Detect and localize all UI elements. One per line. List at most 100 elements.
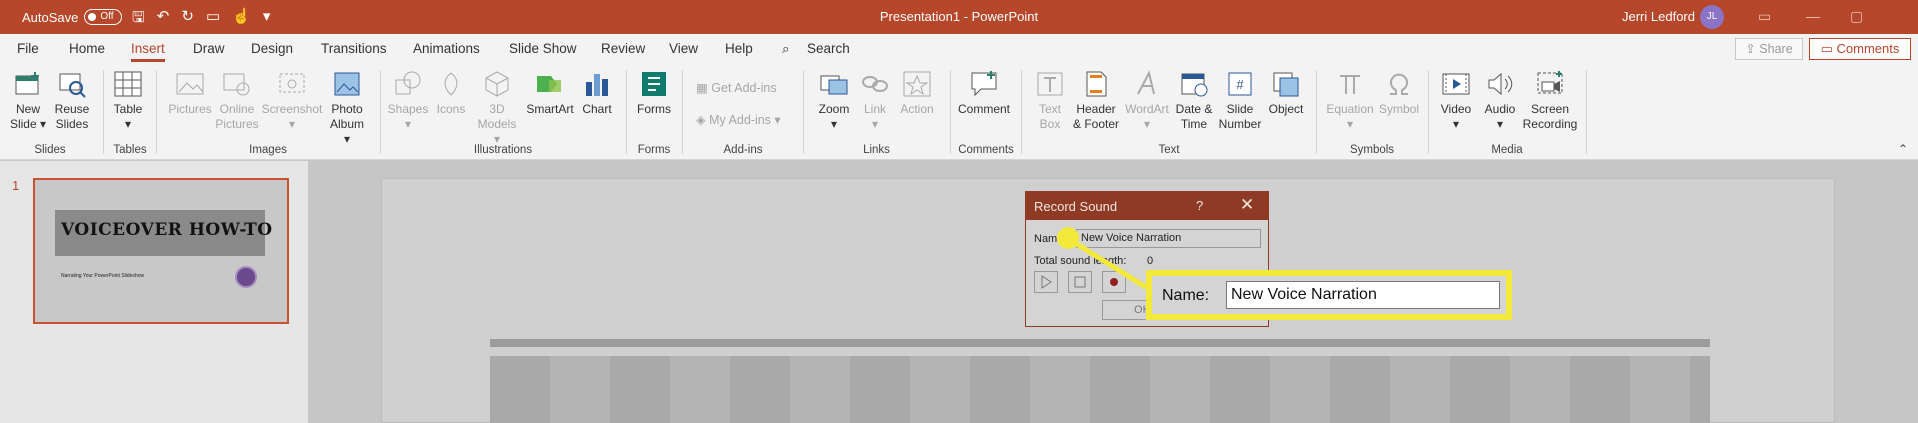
group-label-comments: Comments bbox=[958, 144, 1014, 156]
tab-view[interactable]: View bbox=[669, 41, 698, 56]
help-icon[interactable]: ? bbox=[1196, 198, 1203, 213]
audio-marker-icon bbox=[235, 266, 257, 288]
autosave-label: AutoSave bbox=[22, 9, 79, 25]
online-pictures-icon bbox=[223, 73, 250, 96]
tab-file[interactable]: File bbox=[17, 41, 39, 56]
svg-text:#: # bbox=[1236, 77, 1244, 92]
ribbon-display-icon[interactable]: ▭ bbox=[1758, 8, 1771, 25]
comments-button[interactable]: ▭ Comments bbox=[1809, 38, 1911, 60]
tab-animations[interactable]: Animations bbox=[413, 41, 480, 56]
tab-design[interactable]: Design bbox=[251, 41, 293, 56]
addins-store-icon: ▦ bbox=[696, 81, 712, 95]
video-button[interactable]: Video ▾ bbox=[1436, 70, 1476, 132]
share-label: Share bbox=[1759, 42, 1793, 56]
user-name[interactable]: Jerri Ledford bbox=[1622, 9, 1695, 24]
undo-icon[interactable]: ↶ bbox=[157, 7, 170, 32]
tab-draw[interactable]: Draw bbox=[193, 41, 225, 56]
group-label-images: Images bbox=[249, 144, 287, 156]
stop-button[interactable] bbox=[1068, 271, 1092, 293]
forms-button[interactable]: Forms bbox=[636, 70, 672, 117]
slide-number-icon: # bbox=[1228, 72, 1252, 96]
smartart-button[interactable]: SmartArt bbox=[524, 70, 576, 117]
pi-icon bbox=[1340, 75, 1360, 94]
group-label-forms: Forms bbox=[637, 144, 671, 156]
slide-thumbnail[interactable]: VOICEOVER HOW-TO Narrating Your PowerPoi… bbox=[33, 178, 289, 324]
reuse-slides-icon bbox=[59, 73, 86, 98]
audio-button[interactable]: Audio ▾ bbox=[1480, 70, 1520, 132]
search-box[interactable]: Search bbox=[807, 41, 850, 56]
screen-recording-icon bbox=[1537, 71, 1563, 94]
table-button[interactable]: Table ▾ bbox=[110, 70, 146, 132]
photo-album-button[interactable]: Photo Album ▾ bbox=[326, 70, 368, 147]
shapes-button[interactable]: Shapes ▾ bbox=[386, 70, 430, 132]
slide-number-button[interactable]: # Slide Number bbox=[1218, 70, 1262, 132]
get-addins-button[interactable]: ▦ Get Add-ins bbox=[696, 80, 777, 95]
symbol-button[interactable]: Symbol bbox=[1377, 70, 1421, 117]
save-icon[interactable]: 🖫 bbox=[132, 7, 145, 32]
ribbon-tabs: File Home Insert Draw Design Transitions… bbox=[0, 34, 1918, 64]
3d-cube-icon bbox=[485, 71, 509, 97]
search-icon[interactable]: ⌕ bbox=[782, 41, 790, 57]
omega-icon bbox=[1390, 73, 1408, 95]
my-addins-button[interactable]: ◈ My Add-ins ▾ bbox=[696, 112, 781, 127]
header-footer-button[interactable]: Header & Footer bbox=[1071, 70, 1121, 132]
stop-icon bbox=[1074, 276, 1086, 288]
present-icon[interactable]: ▭ bbox=[206, 7, 220, 32]
online-pictures-button[interactable]: Online Pictures bbox=[214, 70, 260, 132]
group-label-text: Text bbox=[1158, 144, 1180, 156]
wordart-button[interactable]: WordArt ▾ bbox=[1124, 70, 1170, 132]
name-input[interactable]: New Voice Narration bbox=[1076, 229, 1261, 248]
object-button[interactable]: Object bbox=[1266, 70, 1306, 117]
zoom-button[interactable]: Zoom ▾ bbox=[814, 70, 854, 132]
pictures-button[interactable]: Pictures bbox=[166, 70, 214, 117]
tab-help[interactable]: Help bbox=[725, 41, 753, 56]
calendar-icon bbox=[1181, 73, 1208, 97]
photo-album-icon bbox=[334, 72, 360, 96]
screenshot-button[interactable]: Screenshot ▾ bbox=[261, 70, 323, 132]
comment-icon bbox=[971, 71, 997, 97]
callout-name-label: Name: bbox=[1162, 287, 1210, 304]
speaker-icon bbox=[1488, 72, 1513, 96]
close-icon[interactable]: ✕ bbox=[1240, 195, 1254, 215]
autosave[interactable]: AutoSave Off bbox=[22, 9, 123, 25]
tab-insert[interactable]: Insert bbox=[131, 41, 165, 62]
tab-home[interactable]: Home bbox=[69, 41, 105, 56]
group-label-media: Media bbox=[1491, 144, 1523, 156]
smartart-icon bbox=[537, 76, 561, 92]
action-button[interactable]: Action bbox=[896, 70, 938, 117]
icons-button[interactable]: Icons bbox=[432, 70, 470, 117]
collapse-ribbon-icon[interactable]: ⌃ bbox=[1898, 142, 1908, 156]
share-icon: ⇪ bbox=[1745, 42, 1760, 56]
tab-slide-show[interactable]: Slide Show bbox=[509, 41, 577, 56]
redo-icon[interactable]: ↻ bbox=[181, 7, 194, 32]
equation-button[interactable]: Equation ▾ bbox=[1322, 70, 1378, 132]
object-icon bbox=[1273, 72, 1299, 97]
new-slide-button[interactable]: New Slide ▾ bbox=[8, 70, 48, 132]
text-box-icon bbox=[1037, 72, 1063, 96]
screen-recording-button[interactable]: Screen Recording bbox=[1522, 70, 1578, 132]
play-button[interactable] bbox=[1034, 271, 1058, 293]
touch-mode-icon[interactable]: ☝ bbox=[232, 7, 251, 32]
slide-banner-image bbox=[490, 356, 1710, 423]
sound-length-value: 0 bbox=[1147, 255, 1154, 267]
autosave-state: Off bbox=[100, 11, 114, 22]
thumbnail-title: VOICEOVER HOW-TO bbox=[61, 220, 273, 240]
link-button[interactable]: Link ▾ bbox=[858, 70, 892, 132]
slide-thumbnail-pane: 1 VOICEOVER HOW-TO Narrating Your PowerP… bbox=[0, 161, 308, 423]
tab-review[interactable]: Review bbox=[601, 41, 645, 56]
tab-transitions[interactable]: Transitions bbox=[321, 41, 387, 56]
maximize-icon[interactable]: ▢ bbox=[1850, 8, 1863, 25]
icons-icon bbox=[444, 72, 458, 96]
reuse-slides-button[interactable]: Reuse Slides bbox=[52, 70, 92, 132]
autosave-toggle[interactable]: Off bbox=[84, 9, 123, 25]
3d-models-button[interactable]: 3D Models ▾ bbox=[474, 70, 520, 147]
minimize-icon[interactable]: — bbox=[1806, 8, 1820, 24]
customize-qat-icon[interactable]: ▾ bbox=[263, 7, 271, 32]
share-button[interactable]: ⇪ Share bbox=[1735, 38, 1803, 60]
text-box-button[interactable]: Text Box bbox=[1032, 70, 1068, 132]
avatar[interactable]: JL bbox=[1700, 5, 1724, 29]
comment-button[interactable]: Comment bbox=[956, 70, 1012, 117]
group-label-addins: Add-ins bbox=[723, 144, 763, 156]
date-time-button[interactable]: Date & Time bbox=[1172, 70, 1216, 132]
chart-button[interactable]: Chart bbox=[580, 70, 614, 117]
